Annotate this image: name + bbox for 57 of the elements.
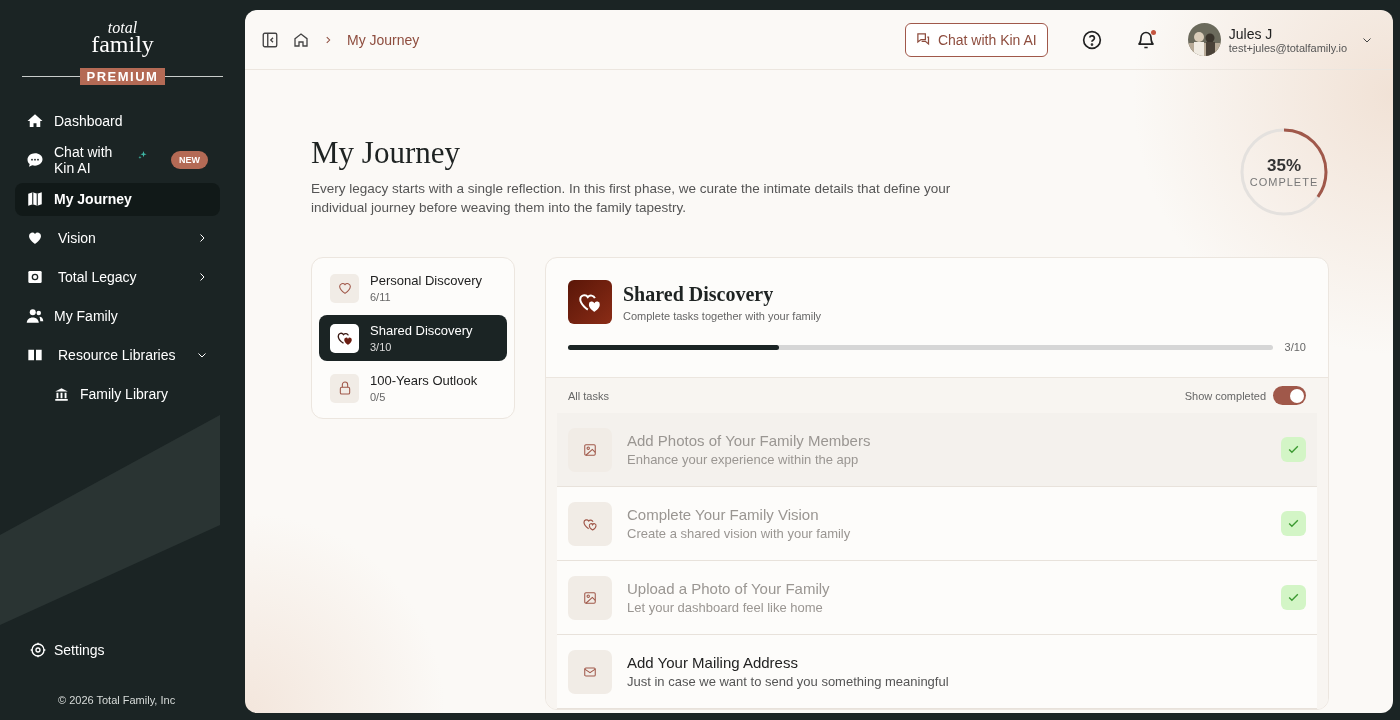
nav-item[interactable]: Family Library <box>15 378 220 411</box>
people-icon <box>26 307 44 326</box>
settings-icon <box>30 642 46 658</box>
home-icon[interactable] <box>293 31 309 48</box>
task-subtitle: Enhance your experience within the app <box>627 452 860 467</box>
nav-item[interactable]: Total Legacy <box>15 261 220 294</box>
page-title: My Journey <box>311 135 461 171</box>
task-title: Add Your Mailing Address <box>627 654 799 671</box>
toggle-label: Show completed <box>1184 389 1266 402</box>
chevron-icon <box>323 34 333 45</box>
task-row[interactable]: Add Your Mailing Address Just in case we want to send you something meaningful <box>557 635 1317 709</box>
help-icon[interactable] <box>1081 29 1102 50</box>
sidebar-toggle-icon[interactable] <box>261 30 279 49</box>
task-title: Complete Your Family Vision <box>627 506 820 523</box>
nav-item[interactable]: Vision <box>15 222 220 255</box>
task-title: Upload a Photo of Your Family <box>627 580 831 597</box>
copyright-text: © 2026 Total Family, Inc <box>57 694 177 706</box>
new-badge: NEW <box>171 151 208 170</box>
heart-icon <box>27 230 43 247</box>
progress-percent: 35% <box>1267 156 1301 176</box>
phase-item[interactable]: Personal Discovery 6/11 <box>319 265 507 311</box>
nav-item[interactable]: Dashboard <box>15 105 220 138</box>
nav-item[interactable]: My Family <box>15 300 220 333</box>
phase-item[interactable]: Shared Discovery 3/10 <box>319 315 507 361</box>
bell-icon[interactable] <box>1135 29 1156 50</box>
safe-icon <box>27 269 43 286</box>
phase-item[interactable]: 100-Years Outlook 0/5 <box>319 365 507 411</box>
progress-count: 3/10 <box>1284 341 1306 353</box>
nav-item[interactable]: Resource Libraries <box>15 339 220 372</box>
section-subtitle: Complete tasks together with your family <box>623 309 822 322</box>
user-email: test+jules@totalfamily.io <box>1228 41 1347 54</box>
task-subtitle: Let your dashboard feel like home <box>627 600 824 615</box>
page-description: Every legacy starts with a single reflection. In this first phase, we curate the intimate details that define your individual journey before weaving them into the family tapestry. <box>311 180 952 217</box>
settings-link[interactable]: Settings <box>30 642 245 658</box>
progress-label: COMPLETE <box>1249 176 1319 188</box>
image-icon <box>583 442 597 457</box>
task-subtitle: Just in case we want to send you something meaningful <box>627 674 950 689</box>
toggle-switch[interactable] <box>1273 386 1306 405</box>
list-label: All tasks <box>568 389 609 402</box>
map-icon <box>26 190 44 209</box>
task-subtitle: Create a shared vision with your family <box>627 526 852 541</box>
chat-icon <box>915 32 931 47</box>
nav-item[interactable]: Chat with Kin AI NEW <box>15 144 220 177</box>
section-title: Shared Discovery <box>623 282 775 306</box>
breadcrumb-link[interactable]: My Journey <box>347 31 420 48</box>
task-title: Add Photos of Your Family Members <box>627 432 872 449</box>
chat-bubble-icon <box>26 151 44 170</box>
envelope-icon <box>583 664 597 679</box>
heart-icon <box>336 280 353 296</box>
image-icon <box>583 590 597 605</box>
nav-item[interactable]: My Journey <box>15 183 220 216</box>
bank-icon <box>53 387 69 402</box>
plan-badge: PREMIUM <box>79 68 166 85</box>
user-name: Jules J <box>1228 25 1274 42</box>
two-hearts-icon <box>568 280 612 324</box>
logo-text: total <box>107 22 138 35</box>
chat-button[interactable]: Chat with Kin AI <box>904 22 1048 57</box>
